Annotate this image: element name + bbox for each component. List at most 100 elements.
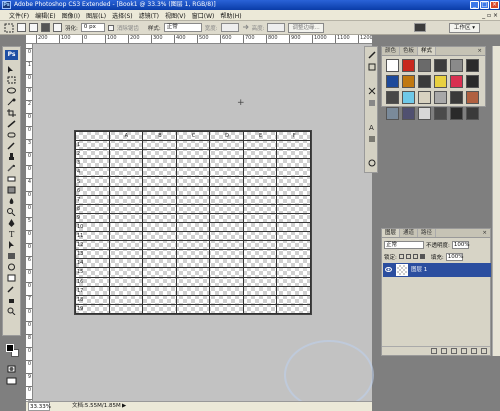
style-swatch[interactable] xyxy=(418,75,431,88)
style-swatch[interactable] xyxy=(466,59,479,72)
style-swatch[interactable] xyxy=(450,107,463,120)
lock-position-icon[interactable] xyxy=(412,254,418,259)
menu-window[interactable]: 窗口(W) xyxy=(192,11,215,20)
3d-rotate-icon[interactable] xyxy=(6,263,17,271)
tab-styles[interactable]: 样式 xyxy=(418,47,437,55)
intersect-selection-icon[interactable] xyxy=(53,23,62,32)
style-swatch[interactable] xyxy=(434,91,447,104)
style-swatch[interactable] xyxy=(434,59,447,72)
marquee-icon[interactable] xyxy=(6,76,17,84)
tab-layers[interactable]: 图层 xyxy=(382,229,401,237)
menu-help[interactable]: 帮助(H) xyxy=(220,11,241,20)
history-brush-icon[interactable] xyxy=(6,164,17,172)
add-mask-icon[interactable] xyxy=(451,348,457,354)
status-menu-arrow[interactable]: ▶ xyxy=(122,402,126,411)
path-selection-icon[interactable] xyxy=(6,241,17,249)
zoom-icon[interactable] xyxy=(6,307,17,315)
feather-input[interactable]: 0 px xyxy=(80,23,105,32)
opacity-input[interactable]: 100% xyxy=(451,241,470,249)
swap-dimensions-icon[interactable] xyxy=(242,24,249,31)
rectangle-shape-icon[interactable] xyxy=(6,252,17,260)
vertical-ruler[interactable]: 0100200300400500600700800900 xyxy=(26,44,33,401)
clone-stamp-icon[interactable] xyxy=(6,153,17,161)
new-group-icon[interactable] xyxy=(461,348,467,354)
document-canvas-area[interactable]: 200 100 0 100 200 300 400 500 600 700 800 900 1000 11… xyxy=(26,35,374,410)
lock-image-icon[interactable] xyxy=(405,254,411,259)
menu-layer[interactable]: 图层(L) xyxy=(86,11,106,20)
brush-icon[interactable] xyxy=(6,142,17,150)
style-swatch[interactable] xyxy=(402,75,415,88)
zoom-field[interactable]: 33.33% xyxy=(28,402,51,411)
new-layer-icon[interactable] xyxy=(471,348,477,354)
palette-well-icon[interactable] xyxy=(414,23,426,32)
layers-close-icon[interactable]: × xyxy=(479,229,490,237)
maximize-button[interactable]: □ xyxy=(480,1,489,9)
style-swatch[interactable] xyxy=(386,59,399,72)
history-panel-icon[interactable] xyxy=(368,99,376,107)
refine-edge-button[interactable]: 调整边缘... xyxy=(288,22,324,33)
crop-icon[interactable] xyxy=(6,109,17,117)
layer-style-icon[interactable] xyxy=(441,348,447,354)
menu-filter[interactable]: 滤镜(T) xyxy=(139,11,159,20)
add-selection-icon[interactable] xyxy=(29,23,38,32)
fill-input[interactable]: 100% xyxy=(445,252,463,261)
magic-wand-icon[interactable] xyxy=(6,98,17,106)
brushes-panel-icon[interactable] xyxy=(368,51,376,59)
eyedropper-icon[interactable] xyxy=(6,285,17,293)
subtract-selection-icon[interactable] xyxy=(41,23,50,32)
style-swatch[interactable] xyxy=(466,107,479,120)
style-swatch[interactable] xyxy=(402,91,415,104)
style-swatch[interactable] xyxy=(402,59,415,72)
blend-mode-select[interactable]: 正常 xyxy=(384,241,424,249)
tool-presets-icon[interactable] xyxy=(368,87,376,95)
dodge-icon[interactable] xyxy=(6,208,17,216)
menu-select[interactable]: 选择(S) xyxy=(112,11,133,20)
panel-scrollbar[interactable] xyxy=(492,46,500,356)
foreground-color-swatch[interactable] xyxy=(6,344,14,352)
info-panel-icon[interactable] xyxy=(368,159,376,167)
move-tool-icon[interactable] xyxy=(6,65,17,73)
tab-color[interactable]: 颜色 xyxy=(382,47,401,55)
menu-image[interactable]: 图像(I) xyxy=(62,11,80,20)
layer-name[interactable]: 图层 1 xyxy=(411,263,427,277)
clone-source-icon[interactable] xyxy=(368,63,376,71)
link-layers-icon[interactable] xyxy=(431,348,437,354)
style-swatch[interactable] xyxy=(418,91,431,104)
eye-icon[interactable] xyxy=(385,266,392,273)
minimize-button[interactable]: _ xyxy=(470,1,479,9)
marquee-tool-icon[interactable] xyxy=(4,23,14,33)
notes-icon[interactable] xyxy=(6,274,17,282)
style-select[interactable]: 正常 xyxy=(163,23,202,32)
paragraph-panel-icon[interactable] xyxy=(368,135,376,143)
pen-icon[interactable] xyxy=(6,219,17,227)
panel-close-icon[interactable]: × xyxy=(474,47,485,55)
style-swatch[interactable] xyxy=(386,107,399,120)
style-swatch[interactable] xyxy=(434,75,447,88)
antialias-checkbox[interactable] xyxy=(107,24,114,31)
lasso-icon[interactable] xyxy=(6,87,17,95)
horizontal-ruler[interactable]: 200 100 0 100 200 300 400 500 600 700 800 900 1000 11… xyxy=(26,35,372,44)
workspace-button[interactable]: 工作区 ▾ xyxy=(448,23,480,33)
style-swatch[interactable] xyxy=(450,91,463,104)
tab-paths[interactable]: 路径 xyxy=(418,229,437,237)
style-swatch[interactable] xyxy=(402,107,415,120)
type-icon[interactable]: T xyxy=(6,230,17,238)
menu-file[interactable]: 文件(F) xyxy=(9,11,29,20)
style-swatch[interactable] xyxy=(450,59,463,72)
style-swatch[interactable] xyxy=(418,107,431,120)
layer-item[interactable]: 图层 1 xyxy=(383,263,491,277)
tab-channels[interactable]: 通道 xyxy=(400,229,419,237)
close-button[interactable]: × xyxy=(490,1,499,9)
lock-transparent-icon[interactable] xyxy=(398,254,404,259)
style-swatch[interactable] xyxy=(434,107,447,120)
new-selection-icon[interactable] xyxy=(17,23,26,32)
healing-brush-icon[interactable] xyxy=(6,131,17,139)
document-canvas[interactable]: ABCDEF1234567891011121314151617181920 xyxy=(74,130,312,315)
style-swatch[interactable] xyxy=(386,75,399,88)
delete-layer-icon[interactable] xyxy=(481,348,487,354)
width-input[interactable] xyxy=(220,23,239,32)
blur-icon[interactable] xyxy=(6,197,17,205)
style-swatch[interactable] xyxy=(386,91,399,104)
style-swatch[interactable] xyxy=(418,59,431,72)
document-window-controls[interactable]: _ ▫ × xyxy=(482,10,498,21)
